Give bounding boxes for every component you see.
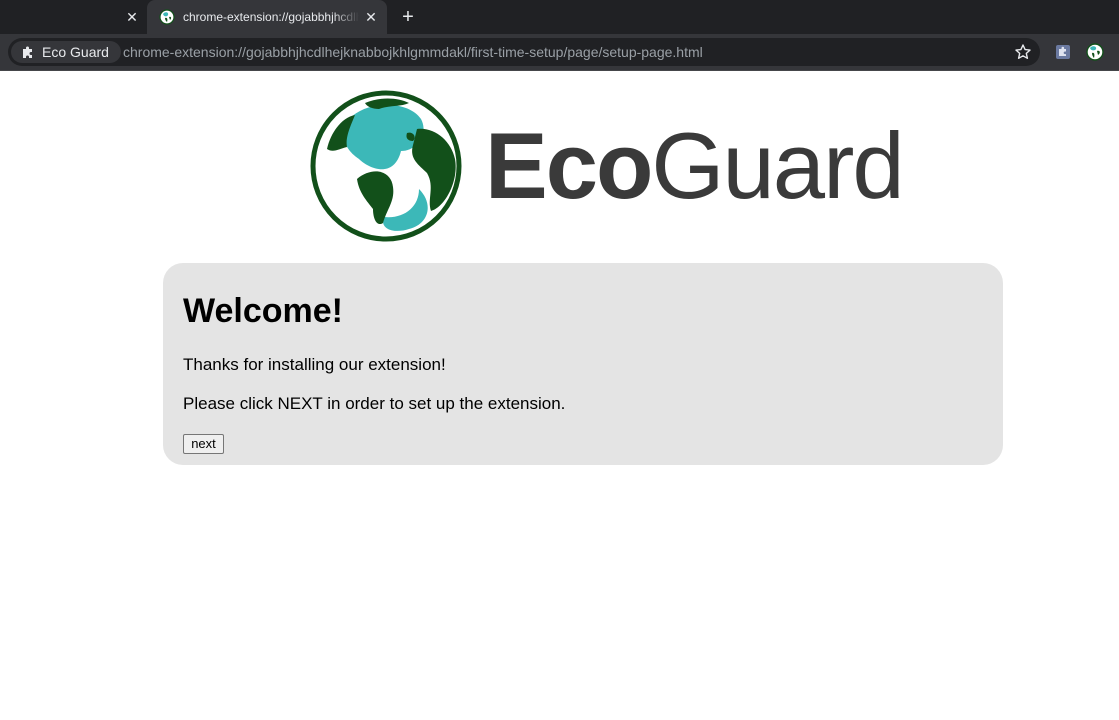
tab-inactive[interactable]: ✕	[0, 0, 147, 34]
extension-chip[interactable]: Eco Guard	[11, 41, 121, 63]
wordmark-eco: Eco	[485, 113, 653, 218]
toolbar: Eco Guard chrome-extension://gojabbhjhcd…	[0, 34, 1119, 71]
url-text[interactable]: chrome-extension://gojabbhjhcdlhejknabbo…	[123, 44, 703, 60]
tab-title: chrome-extension://gojabbhjhcdlhejknabbo…	[183, 10, 359, 24]
puzzle-icon	[23, 46, 32, 58]
thanks-text: Thanks for installing our extension!	[183, 355, 446, 374]
address-bar[interactable]: Eco Guard chrome-extension://gojabbhjhcd…	[8, 38, 1040, 66]
chip-label: Eco Guard	[42, 44, 109, 60]
welcome-card: Welcome! Thanks for installing our exten…	[163, 263, 1003, 465]
eco-guard-globe-icon	[159, 9, 175, 25]
close-icon[interactable]: ✕	[124, 9, 140, 25]
wordmark: EcoGuard	[485, 111, 905, 221]
wordmark-guard: Guard	[651, 113, 904, 218]
star-icon[interactable]	[1013, 42, 1033, 62]
instruction-text: Please click NEXT in order to set up the…	[183, 394, 566, 413]
close-icon[interactable]: ✕	[363, 9, 379, 25]
globe-logo-icon	[310, 90, 462, 242]
eco-guard-logo: EcoGuard	[309, 89, 905, 245]
welcome-heading: Welcome!	[183, 292, 343, 330]
next-button[interactable]: next	[183, 434, 224, 454]
puzzle-extension-icon[interactable]	[1053, 42, 1073, 62]
tab-strip: ✕ chrome-extension://gojabbhjhcdlhejknab…	[0, 0, 1119, 34]
plus-icon[interactable]: +	[398, 7, 418, 27]
eco-guard-globe-icon[interactable]	[1085, 42, 1105, 62]
tab-active[interactable]: chrome-extension://gojabbhjhcdlhejknabbo…	[147, 0, 387, 34]
